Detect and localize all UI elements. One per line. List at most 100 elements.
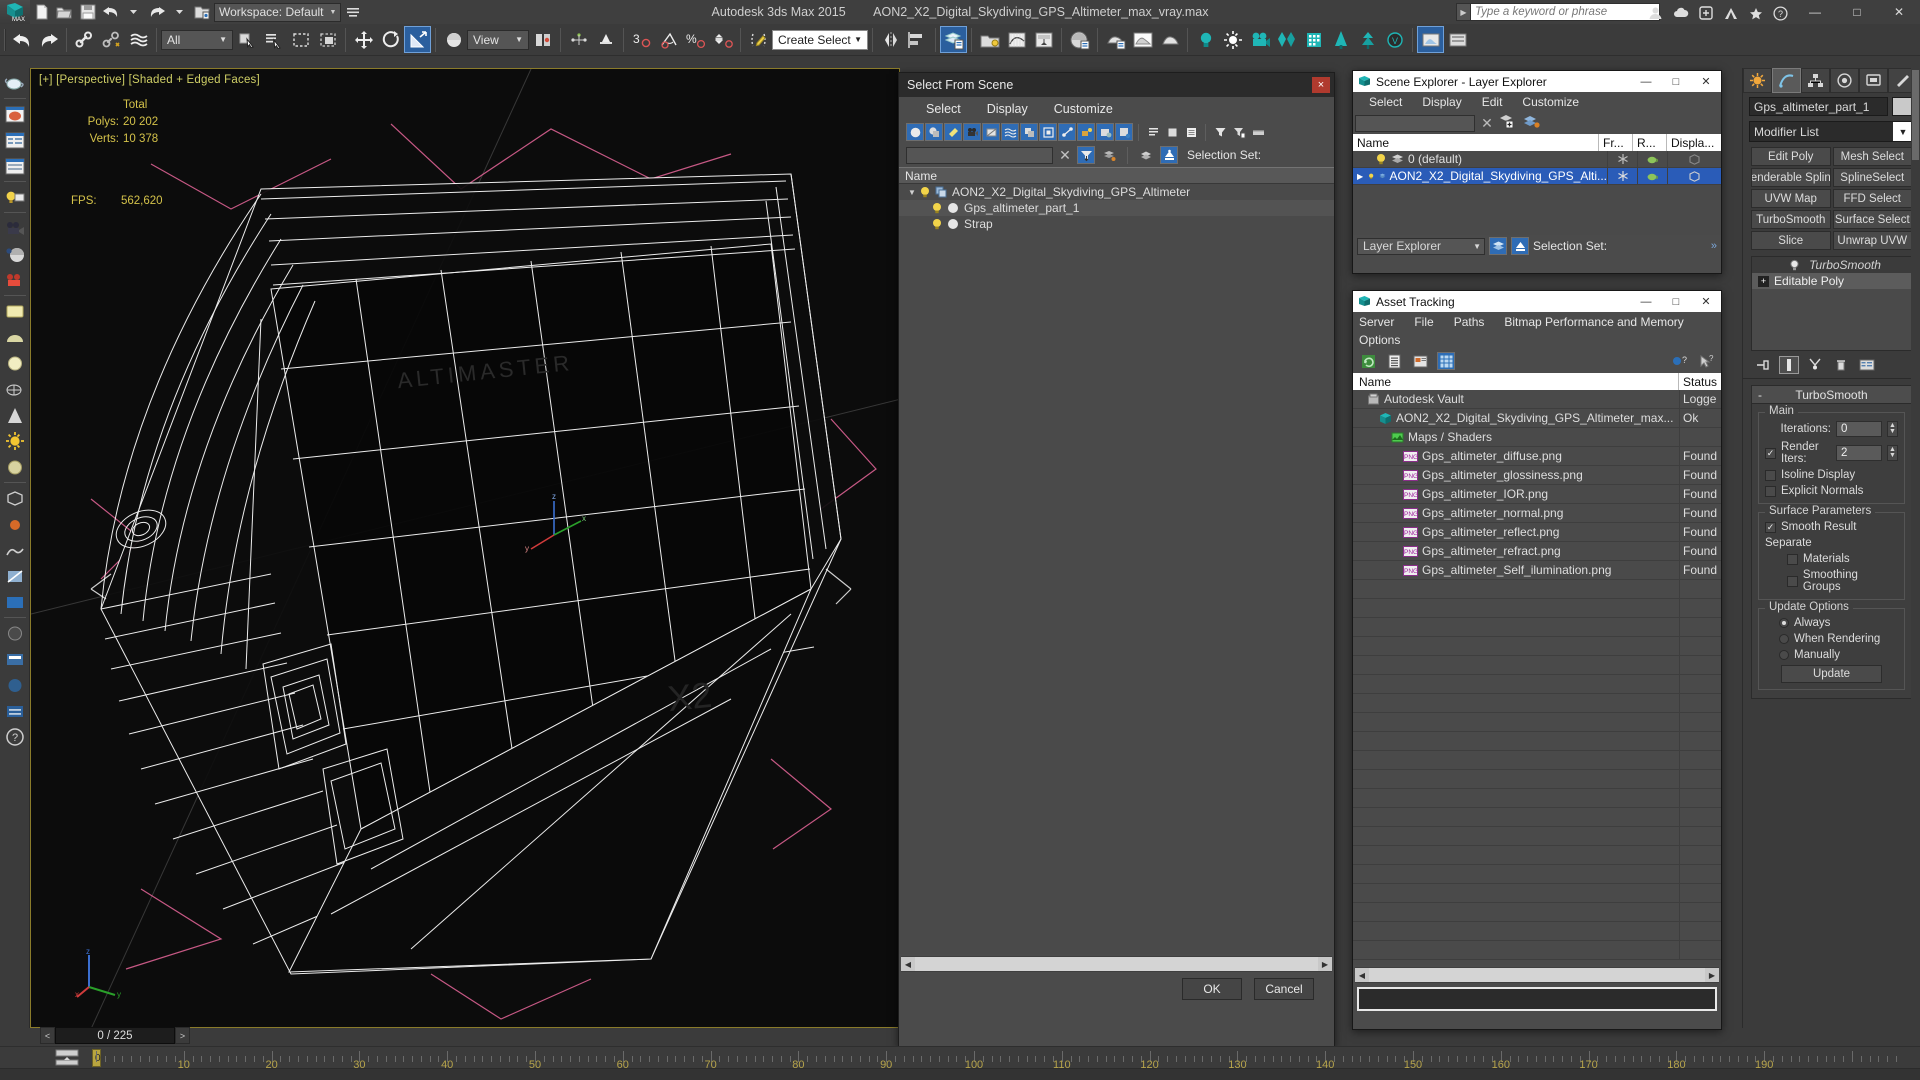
asset-row[interactable]: PNG Gps_altimeter_reflect.png Found <box>1353 523 1721 542</box>
modifier-button-spline-select[interactable]: SplineSelect <box>1832 168 1912 187</box>
render-iters-stepper[interactable]: ▲ ▼ <box>1887 445 1898 461</box>
conifer-icon[interactable] <box>1354 26 1381 53</box>
select-and-move-icon[interactable] <box>350 26 377 53</box>
render-production-icon[interactable] <box>1156 26 1183 53</box>
update-option-manually[interactable]: Manually <box>1765 649 1898 661</box>
help-icon[interactable]: ? <box>1671 352 1689 370</box>
column-frozen[interactable]: Fr... <box>1599 134 1633 151</box>
mirror-icon[interactable] <box>877 26 904 53</box>
pin-stack-icon[interactable] <box>1753 356 1773 374</box>
display-geometry-icon[interactable] <box>906 123 924 141</box>
toggle-layer-explorer-icon[interactable] <box>976 26 1003 53</box>
layer-row-selected[interactable]: ▶ AON2_X2_Digital_Skydiving_GPS_Alti... <box>1353 168 1721 185</box>
percent-snap-icon[interactable]: % <box>682 26 709 53</box>
modifier-button-ffd-select[interactable]: FFD Select <box>1832 189 1912 208</box>
menu-customize[interactable]: Customize <box>1041 102 1126 116</box>
rollup-header[interactable]: - TurboSmooth <box>1752 386 1911 404</box>
clear-search-icon[interactable]: ✕ <box>1479 115 1495 132</box>
display-cameras-icon[interactable] <box>963 123 981 141</box>
material-editor-icon[interactable] <box>1066 26 1093 53</box>
vray-scene-icon[interactable] <box>2 589 28 615</box>
whats-this-icon[interactable]: ? <box>1697 352 1715 370</box>
select-and-scale-icon[interactable] <box>404 26 431 53</box>
sort-alphabetical-icon[interactable] <box>1144 123 1162 141</box>
select-by-name-icon[interactable] <box>260 26 287 53</box>
autodesk-a-icon[interactable] <box>1719 2 1742 24</box>
scroll-right-icon[interactable]: ▶ <box>1318 957 1332 971</box>
rectangular-select-region-icon[interactable] <box>287 26 314 53</box>
stack-row-editable-poly[interactable]: + Editable Poly <box>1752 273 1911 289</box>
explorer-mode-combo[interactable]: Layer Explorer ▼ <box>1357 237 1485 255</box>
column-display[interactable]: Displa... <box>1667 134 1721 151</box>
vray-displacement-icon[interactable] <box>2 537 28 563</box>
hierarchy-mode-icon[interactable] <box>1511 237 1529 255</box>
radio-when-rendering[interactable] <box>1779 634 1789 644</box>
asset-horizontal-scrollbar[interactable]: ◀ ▶ <box>1355 967 1719 983</box>
asset-list[interactable]: Autodesk Vault Logge AON2_X2_Digital_Sky… <box>1353 390 1721 965</box>
display-lights-icon[interactable] <box>944 123 962 141</box>
render-settings-tool-icon[interactable] <box>2 127 28 153</box>
maximize-button[interactable]: □ <box>1836 0 1878 24</box>
configure-modifier-sets-icon[interactable] <box>1857 356 1877 374</box>
bind-to-spacewarp-icon[interactable] <box>125 26 152 53</box>
thumbnail-view-icon[interactable] <box>1411 352 1429 370</box>
curve-editor-icon[interactable] <box>1003 26 1030 53</box>
tree-icon[interactable] <box>1327 26 1354 53</box>
chevron-down-icon[interactable]: ▼ <box>1893 122 1913 141</box>
vray-toon-icon[interactable] <box>2 646 28 672</box>
star-icon[interactable] <box>1744 2 1767 24</box>
modifier-button-surface-select[interactable]: Surface Select <box>1832 210 1912 229</box>
display-particle-systems-icon[interactable] <box>1096 123 1114 141</box>
railclone-icon[interactable] <box>1300 26 1327 53</box>
modifier-button-mesh-select[interactable]: Mesh Select <box>1832 147 1912 166</box>
unlink-selection-icon[interactable] <box>98 26 125 53</box>
display-groups-icon[interactable] <box>1020 123 1038 141</box>
max-logo-icon[interactable]: MAX <box>0 0 30 24</box>
asset-row[interactable]: PNG Gps_altimeter_refract.png Found <box>1353 542 1721 561</box>
coord-system-combo[interactable]: View ▼ <box>467 29 529 50</box>
light-lister-tool-icon[interactable] <box>2 184 28 210</box>
modifier-button-edit-poly[interactable]: Edit Poly <box>1751 147 1831 166</box>
modifier-button-renderable-spline[interactable]: enderable Splin <box>1751 168 1831 187</box>
modifier-button-slice[interactable]: Slice <box>1751 231 1831 250</box>
workspace-selector[interactable]: Workspace: Default ▼ <box>214 2 342 22</box>
tree-horizontal-scrollbar[interactable]: ◀ ▶ <box>901 956 1332 972</box>
search-input[interactable] <box>906 146 1053 164</box>
modifier-button-turbosmooth[interactable]: TurboSmooth <box>1751 210 1831 229</box>
asset-row[interactable]: Autodesk Vault Logge <box>1353 390 1721 409</box>
close-button[interactable]: ✕ <box>1878 0 1920 24</box>
list-view-icon[interactable] <box>1385 352 1403 370</box>
exchange-icon[interactable] <box>1694 2 1717 24</box>
vray-sun-icon[interactable] <box>2 428 28 454</box>
remove-modifier-icon[interactable] <box>1831 356 1851 374</box>
vray-env-fog-icon[interactable] <box>2 698 28 724</box>
light-bulb-icon[interactable] <box>1375 153 1387 166</box>
prev-frame-button[interactable]: < <box>40 1027 55 1044</box>
update-option-when-rendering[interactable]: When Rendering <box>1765 633 1898 645</box>
modifier-button-unwrap-uvw[interactable]: Unwrap UVW <box>1832 231 1912 250</box>
close-icon[interactable]: × <box>1312 77 1330 93</box>
asset-row[interactable]: Maps / Shaders <box>1353 428 1721 447</box>
scroll-thumb[interactable] <box>1369 968 1705 982</box>
help-tool-icon[interactable]: ? <box>2 724 28 750</box>
menu-edit[interactable]: Edit <box>1472 95 1513 109</box>
open-mini-curve-editor-icon[interactable] <box>52 1048 84 1068</box>
vray-frame-buffer-icon[interactable] <box>1417 26 1444 53</box>
undo-tool-icon[interactable] <box>8 26 35 53</box>
vray-sphere-fade-icon[interactable] <box>2 672 28 698</box>
stereo-camera-tool-icon[interactable] <box>2 267 28 293</box>
perspective-viewport[interactable]: ALTIMASTER X2 [+] [Perspective] [Shaded … <box>30 68 900 1028</box>
show-end-result-icon[interactable] <box>1779 356 1799 374</box>
delete-layer-icon[interactable] <box>1523 114 1543 132</box>
align-icon[interactable] <box>904 26 931 53</box>
filter-settings-icon[interactable] <box>1230 123 1248 141</box>
render-cell[interactable] <box>1637 151 1667 167</box>
select-and-rotate-icon[interactable] <box>377 26 404 53</box>
camera-icon[interactable] <box>1246 26 1273 53</box>
menu-customize[interactable]: Customize <box>1512 95 1589 109</box>
maximize-button[interactable]: □ <box>1661 291 1691 312</box>
vray-mesh-light-icon[interactable] <box>2 376 28 402</box>
cloud-icon[interactable] <box>1669 2 1692 24</box>
column-status[interactable]: Status <box>1679 373 1721 390</box>
asset-row[interactable]: PNG Gps_altimeter_glossiness.png Found <box>1353 466 1721 485</box>
